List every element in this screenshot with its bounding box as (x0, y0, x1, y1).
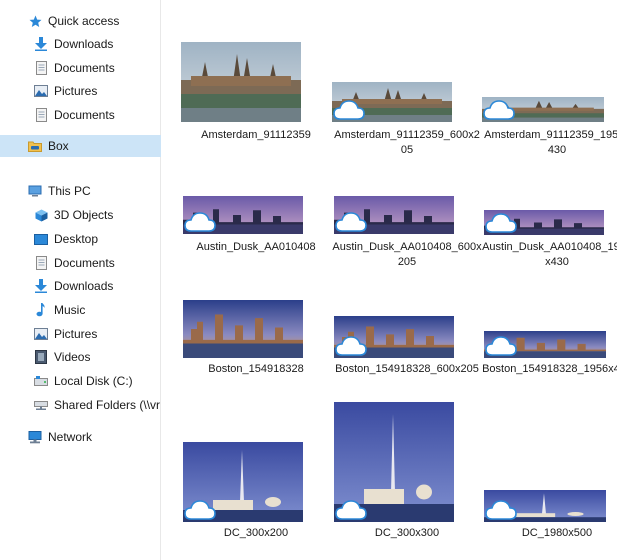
file-name: Boston_154918328_600x205 (335, 363, 479, 375)
nav-pictures-2-label: Pictures (54, 327, 98, 341)
cloud-sync-icon (183, 210, 217, 234)
cloud-sync-icon (482, 98, 516, 122)
nav-videos-label: Videos (54, 350, 91, 364)
file-tile[interactable]: Amsterdam_91112359_1956x430 (482, 42, 617, 162)
nav-music-label: Music (54, 303, 86, 317)
star-icon (28, 14, 42, 28)
file-name: Boston_154918328_1956x430 (482, 363, 617, 375)
file-tile[interactable]: Boston_154918328_1956x430 (482, 298, 617, 396)
file-name: DC_300x200 (223, 527, 289, 539)
cloud-sync-icon (334, 498, 368, 522)
file-name: Amsterdam_91112359_1956x430 (484, 129, 617, 156)
image-thumbnail[interactable] (484, 490, 606, 522)
download-arrow-icon (34, 37, 48, 51)
cloud-sync-icon (332, 98, 366, 122)
file-name: Austin_Dusk_AA010408_600x205 (332, 241, 482, 268)
box-folder-icon (28, 139, 42, 153)
nav-box-label: Box (48, 139, 69, 153)
nav-this-pc[interactable]: This PC (0, 180, 184, 202)
nav-quick-access-label: Quick access (48, 14, 120, 28)
cloud-sync-icon (484, 334, 518, 358)
nav-local-disk-label: Local Disk (C:) (54, 374, 133, 388)
nav-box[interactable]: Box (0, 135, 184, 157)
file-tile[interactable]: Austin_Dusk_AA010408_600x205 (332, 190, 482, 274)
cloud-sync-icon (183, 498, 217, 522)
drive-icon (34, 374, 48, 388)
file-name: Amsterdam_91112359 (201, 129, 311, 141)
nav-network-label: Network (48, 430, 93, 444)
desktop-icon (34, 232, 48, 246)
image-thumbnail[interactable] (183, 196, 303, 234)
image-thumbnail[interactable] (334, 196, 454, 234)
nav-downloads-label: Downloads (54, 37, 114, 51)
file-name: Boston_154918328 (208, 363, 304, 375)
file-name: DC_300x300 (374, 527, 440, 539)
nav-this-pc-label: This PC (48, 184, 91, 198)
computer-icon (28, 184, 42, 198)
file-view: Amsterdam_91112359 Amsterdam_91112359_600… (161, 0, 617, 560)
image-thumbnail[interactable] (181, 42, 301, 122)
file-tile[interactable]: DC_300x300 (332, 400, 482, 560)
nav-network[interactable]: Network (0, 426, 184, 448)
image-thumbnail[interactable] (334, 316, 454, 358)
cloud-sync-icon (334, 334, 368, 358)
document-icon (34, 61, 48, 75)
cloud-sync-icon (484, 498, 518, 522)
nav-documents-label: Documents (54, 61, 115, 75)
film-icon (34, 350, 48, 364)
nav-pictures-label: Pictures (54, 84, 98, 98)
pictures-icon (34, 327, 48, 341)
network-globe-icon (28, 430, 42, 444)
document-icon (34, 108, 48, 122)
network-drive-icon (34, 398, 48, 412)
nav-documents-2-label: Documents (54, 108, 115, 122)
cloud-sync-icon (334, 210, 368, 234)
file-name: DC_1980x500 (521, 527, 593, 539)
file-name: Amsterdam_91112359_600x205 (334, 129, 480, 156)
nav-quick-access[interactable]: Quick access (0, 10, 184, 32)
image-thumbnail[interactable] (183, 300, 303, 358)
file-tile[interactable]: Boston_154918328 (181, 298, 331, 396)
cloud-sync-icon (484, 211, 518, 235)
nav-downloads-2-label: Downloads (54, 279, 114, 293)
file-tile[interactable]: Austin_Dusk_AA010408 (181, 190, 331, 274)
file-tile[interactable]: DC_300x200 (181, 400, 331, 560)
download-arrow-icon (34, 279, 48, 293)
pictures-icon (34, 84, 48, 98)
document-icon (34, 256, 48, 270)
nav-desktop-label: Desktop (54, 232, 99, 246)
file-tile[interactable]: Amsterdam_91112359_600x205 (332, 42, 482, 162)
navigation-pane: Quick access Downloads Documents Picture… (0, 0, 185, 560)
file-tile[interactable]: Amsterdam_91112359 (181, 42, 331, 162)
image-thumbnail[interactable] (484, 331, 606, 358)
nav-documents-3-label: Documents (54, 256, 115, 270)
file-name: Austin_Dusk_AA010408 (196, 241, 316, 253)
nav-shared-folders-label: Shared Folders (\\vr (54, 398, 161, 412)
image-thumbnail[interactable] (332, 82, 452, 122)
nav-3d-objects-label: 3D Objects (54, 208, 114, 222)
image-thumbnail[interactable] (334, 402, 454, 522)
music-note-icon (34, 303, 48, 317)
file-tile[interactable]: DC_1980x500 (482, 400, 617, 560)
image-thumbnail[interactable] (484, 210, 604, 235)
image-thumbnail[interactable] (183, 442, 303, 522)
cube-icon (34, 208, 48, 222)
file-tile[interactable]: Boston_154918328_600x205 (332, 298, 482, 396)
file-tile[interactable]: Austin_Dusk_AA010408_1956x430 (482, 190, 617, 274)
image-thumbnail[interactable] (482, 97, 604, 122)
file-name: Austin_Dusk_AA010408_1956x430 (482, 241, 617, 268)
